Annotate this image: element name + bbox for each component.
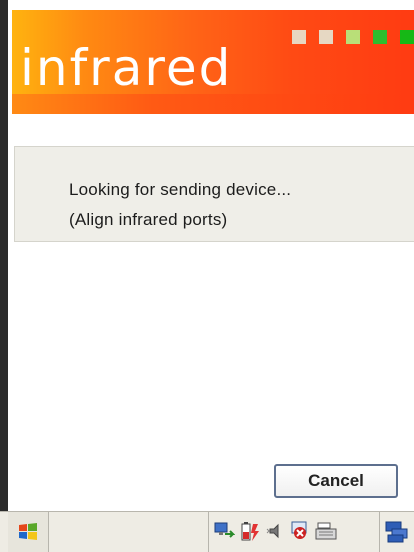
decoration-square	[292, 30, 306, 44]
decoration-square	[346, 30, 360, 44]
start-button[interactable]	[8, 512, 49, 552]
connection-status-icon[interactable]	[289, 520, 311, 542]
decoration-square	[373, 30, 387, 44]
banner-title: infrared	[20, 39, 233, 97]
network-icon[interactable]	[213, 520, 235, 542]
cancel-button[interactable]: Cancel	[274, 464, 398, 498]
status-hint: (Align infrared ports)	[69, 210, 228, 229]
taskbar	[0, 511, 414, 552]
top-strip	[8, 0, 414, 10]
infrared-banner: infrared	[12, 10, 414, 114]
system-tray	[208, 512, 380, 552]
keyboard-icon[interactable]	[315, 520, 337, 542]
status-message: Looking for sending device...	[69, 180, 292, 199]
battery-icon[interactable]	[238, 520, 260, 542]
windows-logo-icon	[19, 523, 37, 540]
decoration-square	[319, 30, 333, 44]
status-panel: Looking for sending device... (Align inf…	[14, 146, 414, 242]
volume-icon[interactable]	[265, 520, 287, 542]
desktop-switch-icon[interactable]	[384, 520, 410, 544]
banner-decoration-dots	[292, 30, 414, 44]
decoration-square	[400, 30, 414, 44]
